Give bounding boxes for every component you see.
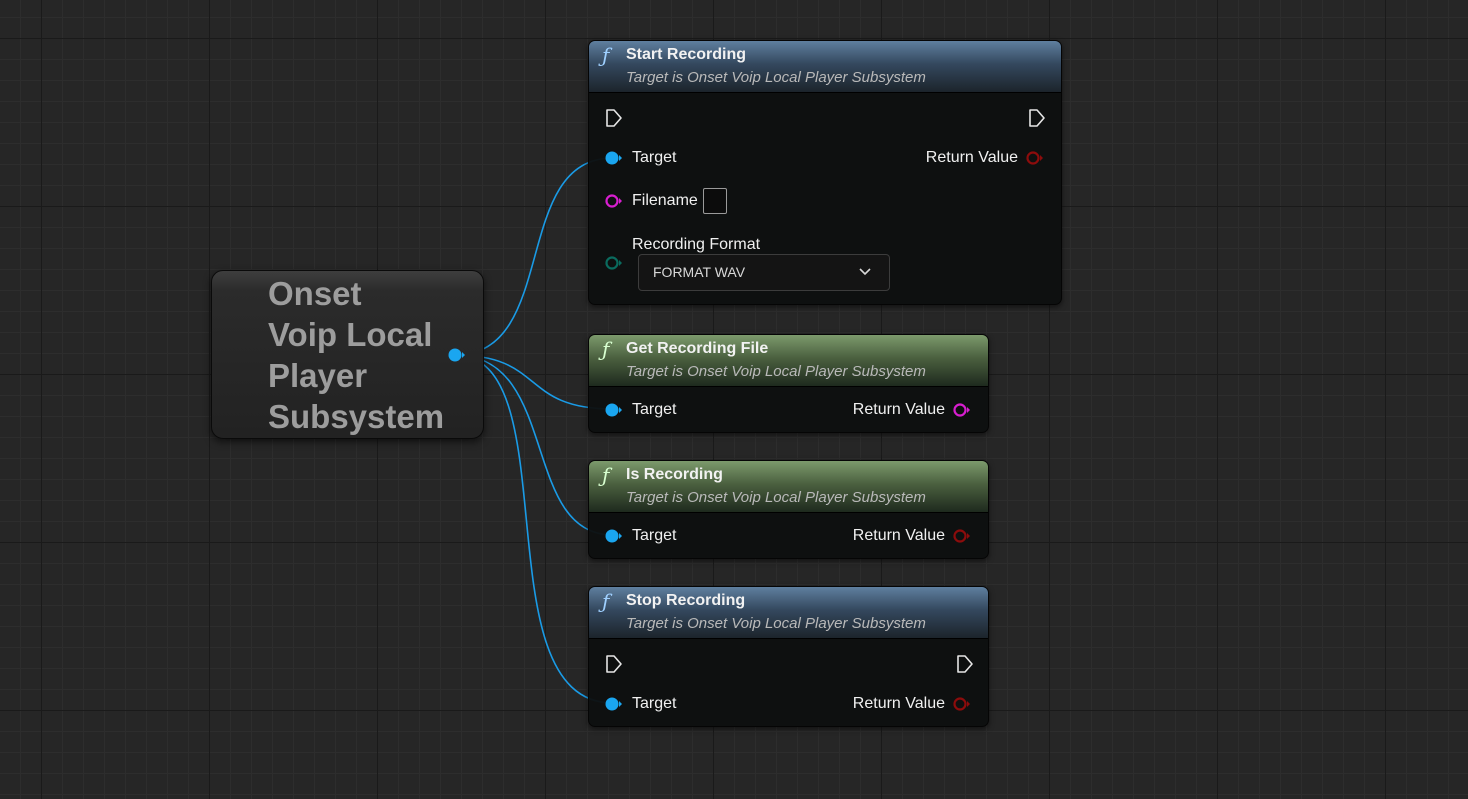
function-icon: ƒ bbox=[602, 337, 610, 361]
filename-input[interactable] bbox=[703, 188, 727, 214]
recording-format-value: FORMAT WAV bbox=[653, 264, 746, 280]
node-title: Start Recording bbox=[626, 46, 747, 63]
target-pin[interactable] bbox=[604, 403, 624, 417]
node-title: Stop Recording bbox=[626, 592, 746, 609]
recording-format-pin[interactable] bbox=[604, 256, 624, 270]
node-header[interactable]: ƒ Get Recording File Target is Onset Voi… bbox=[589, 335, 988, 387]
target-label: Target bbox=[632, 401, 677, 418]
function-icon: ƒ bbox=[602, 589, 610, 613]
node-subtitle: Target is Onset Voip Local Player Subsys… bbox=[626, 489, 926, 506]
node-subtitle: Target is Onset Voip Local Player Subsys… bbox=[626, 615, 926, 632]
return-value-label: Return Value bbox=[925, 149, 1018, 166]
exec-input-icon[interactable] bbox=[605, 654, 623, 674]
node-subtitle: Target is Onset Voip Local Player Subsys… bbox=[626, 69, 926, 86]
node-title: Get Recording File bbox=[626, 340, 769, 357]
reference-output-pin[interactable] bbox=[447, 348, 467, 362]
node-start-recording[interactable]: ƒ Start Recording Target is Onset Voip L… bbox=[588, 40, 1062, 305]
target-label: Target bbox=[632, 527, 677, 544]
target-pin[interactable] bbox=[604, 151, 624, 165]
target-pin[interactable] bbox=[604, 529, 624, 543]
exec-output-icon[interactable] bbox=[1028, 108, 1046, 128]
return-value-label: Return Value bbox=[852, 527, 945, 544]
target-pin[interactable] bbox=[604, 697, 624, 711]
recording-format-label: Recording Format bbox=[632, 236, 761, 253]
exec-input-icon[interactable] bbox=[605, 108, 623, 128]
node-header[interactable]: ƒ Start Recording Target is Onset Voip L… bbox=[589, 41, 1061, 93]
target-label: Target bbox=[632, 695, 677, 712]
node-header[interactable]: ƒ Is Recording Target is Onset Voip Loca… bbox=[589, 461, 988, 513]
node-header[interactable]: ƒ Stop Recording Target is Onset Voip Lo… bbox=[589, 587, 988, 639]
node-is-recording[interactable]: ƒ Is Recording Target is Onset Voip Loca… bbox=[588, 460, 989, 559]
return-value-label: Return Value bbox=[852, 401, 945, 418]
function-icon: ƒ bbox=[602, 463, 610, 487]
reference-node-title: Onset Voip Local Player Subsystem bbox=[268, 275, 445, 435]
function-icon: ƒ bbox=[602, 43, 610, 67]
return-value-label: Return Value bbox=[852, 695, 945, 712]
node-stop-recording[interactable]: ƒ Stop Recording Target is Onset Voip Lo… bbox=[588, 586, 989, 727]
filename-pin[interactable] bbox=[604, 194, 624, 208]
recording-format-dropdown[interactable]: FORMAT WAV bbox=[638, 254, 890, 291]
return-value-pin[interactable] bbox=[952, 403, 972, 417]
node-title: Is Recording bbox=[626, 466, 723, 483]
node-subtitle: Target is Onset Voip Local Player Subsys… bbox=[626, 363, 926, 380]
chevron-down-icon bbox=[859, 268, 871, 276]
target-label: Target bbox=[632, 149, 677, 166]
subsystem-reference-node[interactable]: Onset Voip Local Player Subsystem bbox=[211, 270, 484, 439]
exec-output-icon[interactable] bbox=[956, 654, 974, 674]
node-get-recording-file[interactable]: ƒ Get Recording File Target is Onset Voi… bbox=[588, 334, 989, 433]
return-value-pin[interactable] bbox=[952, 529, 972, 543]
return-value-pin[interactable] bbox=[952, 697, 972, 711]
filename-label: Filename bbox=[632, 192, 698, 209]
return-value-pin[interactable] bbox=[1025, 151, 1045, 165]
